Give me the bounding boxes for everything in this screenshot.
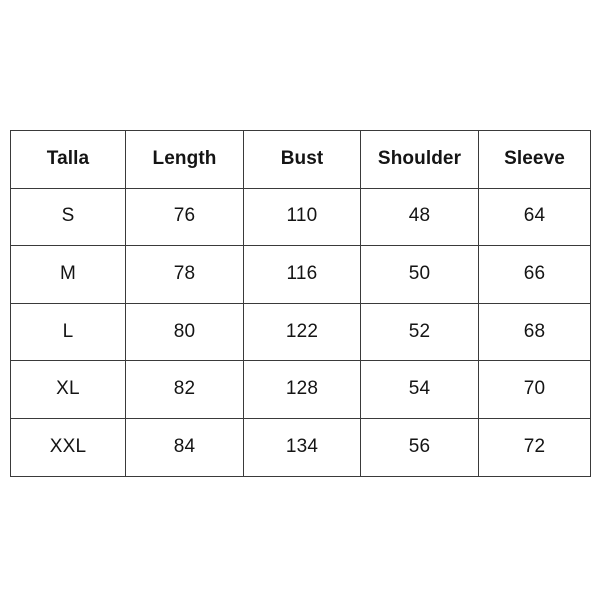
size-chart-table: Talla Length Bust Shoulder Sleeve S 76 1… <box>10 130 591 477</box>
table-row: L 80 122 52 68 <box>10 302 591 362</box>
cell-bust: 122 <box>243 302 361 362</box>
cell-length: 82 <box>125 360 244 419</box>
page-canvas: Talla Length Bust Shoulder Sleeve S 76 1… <box>0 0 600 600</box>
cell-sleeve: 66 <box>478 245 591 304</box>
table-row: XL 82 128 54 70 <box>10 360 591 419</box>
cell-sleeve: 72 <box>478 417 591 477</box>
table-row: M 78 116 50 66 <box>10 245 591 304</box>
cell-size: XL <box>10 360 126 419</box>
cell-shoulder: 48 <box>360 187 479 247</box>
cell-length: 80 <box>125 302 244 362</box>
size-chart-container: Talla Length Bust Shoulder Sleeve S 76 1… <box>10 130 591 477</box>
column-header-bust: Bust <box>243 130 361 189</box>
cell-size: M <box>10 245 126 304</box>
cell-bust: 116 <box>243 245 361 304</box>
cell-length: 78 <box>125 245 244 304</box>
cell-sleeve: 68 <box>478 302 591 362</box>
cell-shoulder: 50 <box>360 245 479 304</box>
column-header-shoulder: Shoulder <box>360 130 479 189</box>
cell-bust: 134 <box>243 417 361 477</box>
cell-shoulder: 56 <box>360 417 479 477</box>
column-header-sleeve: Sleeve <box>478 130 591 189</box>
column-header-length: Length <box>125 130 244 189</box>
cell-bust: 128 <box>243 360 361 419</box>
table-row: S 76 110 48 64 <box>10 187 591 247</box>
cell-size: XXL <box>10 417 126 477</box>
cell-sleeve: 70 <box>478 360 591 419</box>
cell-shoulder: 54 <box>360 360 479 419</box>
cell-length: 84 <box>125 417 244 477</box>
cell-bust: 110 <box>243 187 361 247</box>
column-header-size: Talla <box>10 130 126 189</box>
cell-shoulder: 52 <box>360 302 479 362</box>
cell-size: S <box>10 187 126 247</box>
cell-length: 76 <box>125 187 244 247</box>
cell-sleeve: 64 <box>478 187 591 247</box>
table-row: XXL 84 134 56 72 <box>10 417 591 477</box>
cell-size: L <box>10 302 126 362</box>
table-header-row: Talla Length Bust Shoulder Sleeve <box>10 130 591 189</box>
